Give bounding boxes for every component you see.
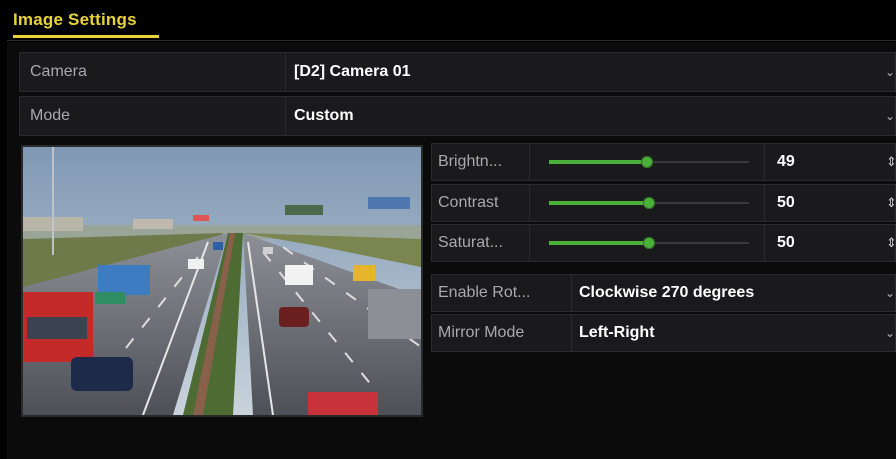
mode-chevron-down-icon[interactable]: ⌄ [885,97,895,135]
camera-select-value[interactable]: [D2] Camera 01 [294,53,411,91]
brightness-label: Brightn... [432,144,530,180]
mode-select-value[interactable]: Custom [294,97,354,135]
rotation-label: Enable Rot... [432,275,572,311]
contrast-slider-handle[interactable] [643,197,655,209]
contrast-value-box[interactable]: 50 ⇕ [764,185,896,221]
saturation-label: Saturat... [432,225,530,261]
brightness-slider-fill [549,160,647,164]
camera-chevron-down-icon[interactable]: ⌄ [885,53,895,91]
mirror-chevron-down-icon[interactable]: ⌄ [885,315,895,351]
camera-preview [21,145,423,417]
saturation-slider[interactable] [549,237,749,249]
rotation-row: Enable Rot... Clockwise 270 degrees ⌄ [431,274,896,312]
brightness-spinner-icon[interactable]: ⇕ [886,144,896,180]
contrast-label: Contrast [432,185,530,221]
brightness-slider[interactable] [549,156,749,168]
camera-label: Camera [20,53,286,91]
image-settings-panel: Image Settings Camera [D2] Camera 01 ⌄ M… [7,0,896,459]
brightness-slider-handle[interactable] [641,156,653,168]
saturation-slider-handle[interactable] [643,237,655,249]
mode-row: Mode Custom ⌄ [19,96,896,136]
saturation-value-box[interactable]: 50 ⇕ [764,225,896,261]
title-underline [13,35,159,38]
contrast-spinner-icon[interactable]: ⇕ [886,185,896,221]
brightness-value-box[interactable]: 49 ⇕ [764,144,896,180]
contrast-slider-fill [549,201,649,205]
camera-row: Camera [D2] Camera 01 ⌄ [19,52,896,92]
title-bar: Image Settings [7,0,896,42]
title-divider [7,40,896,41]
rotation-chevron-down-icon[interactable]: ⌄ [885,275,895,311]
highway-scene-image [23,147,421,415]
contrast-slider[interactable] [549,197,749,209]
brightness-row: Brightn... 49 ⇕ [431,143,896,181]
saturation-value[interactable]: 50 [777,225,795,261]
mirror-label: Mirror Mode [432,315,572,351]
contrast-value[interactable]: 50 [777,185,795,221]
saturation-spinner-icon[interactable]: ⇕ [886,225,896,261]
mirror-row: Mirror Mode Left-Right ⌄ [431,314,896,352]
saturation-slider-fill [549,241,649,245]
rotation-select-value[interactable]: Clockwise 270 degrees [579,275,754,311]
brightness-value[interactable]: 49 [777,144,795,180]
page-title: Image Settings [13,10,137,29]
mode-label: Mode [20,97,286,135]
contrast-row: Contrast 50 ⇕ [431,184,896,222]
mirror-select-value[interactable]: Left-Right [579,315,655,351]
saturation-row: Saturat... 50 ⇕ [431,224,896,262]
